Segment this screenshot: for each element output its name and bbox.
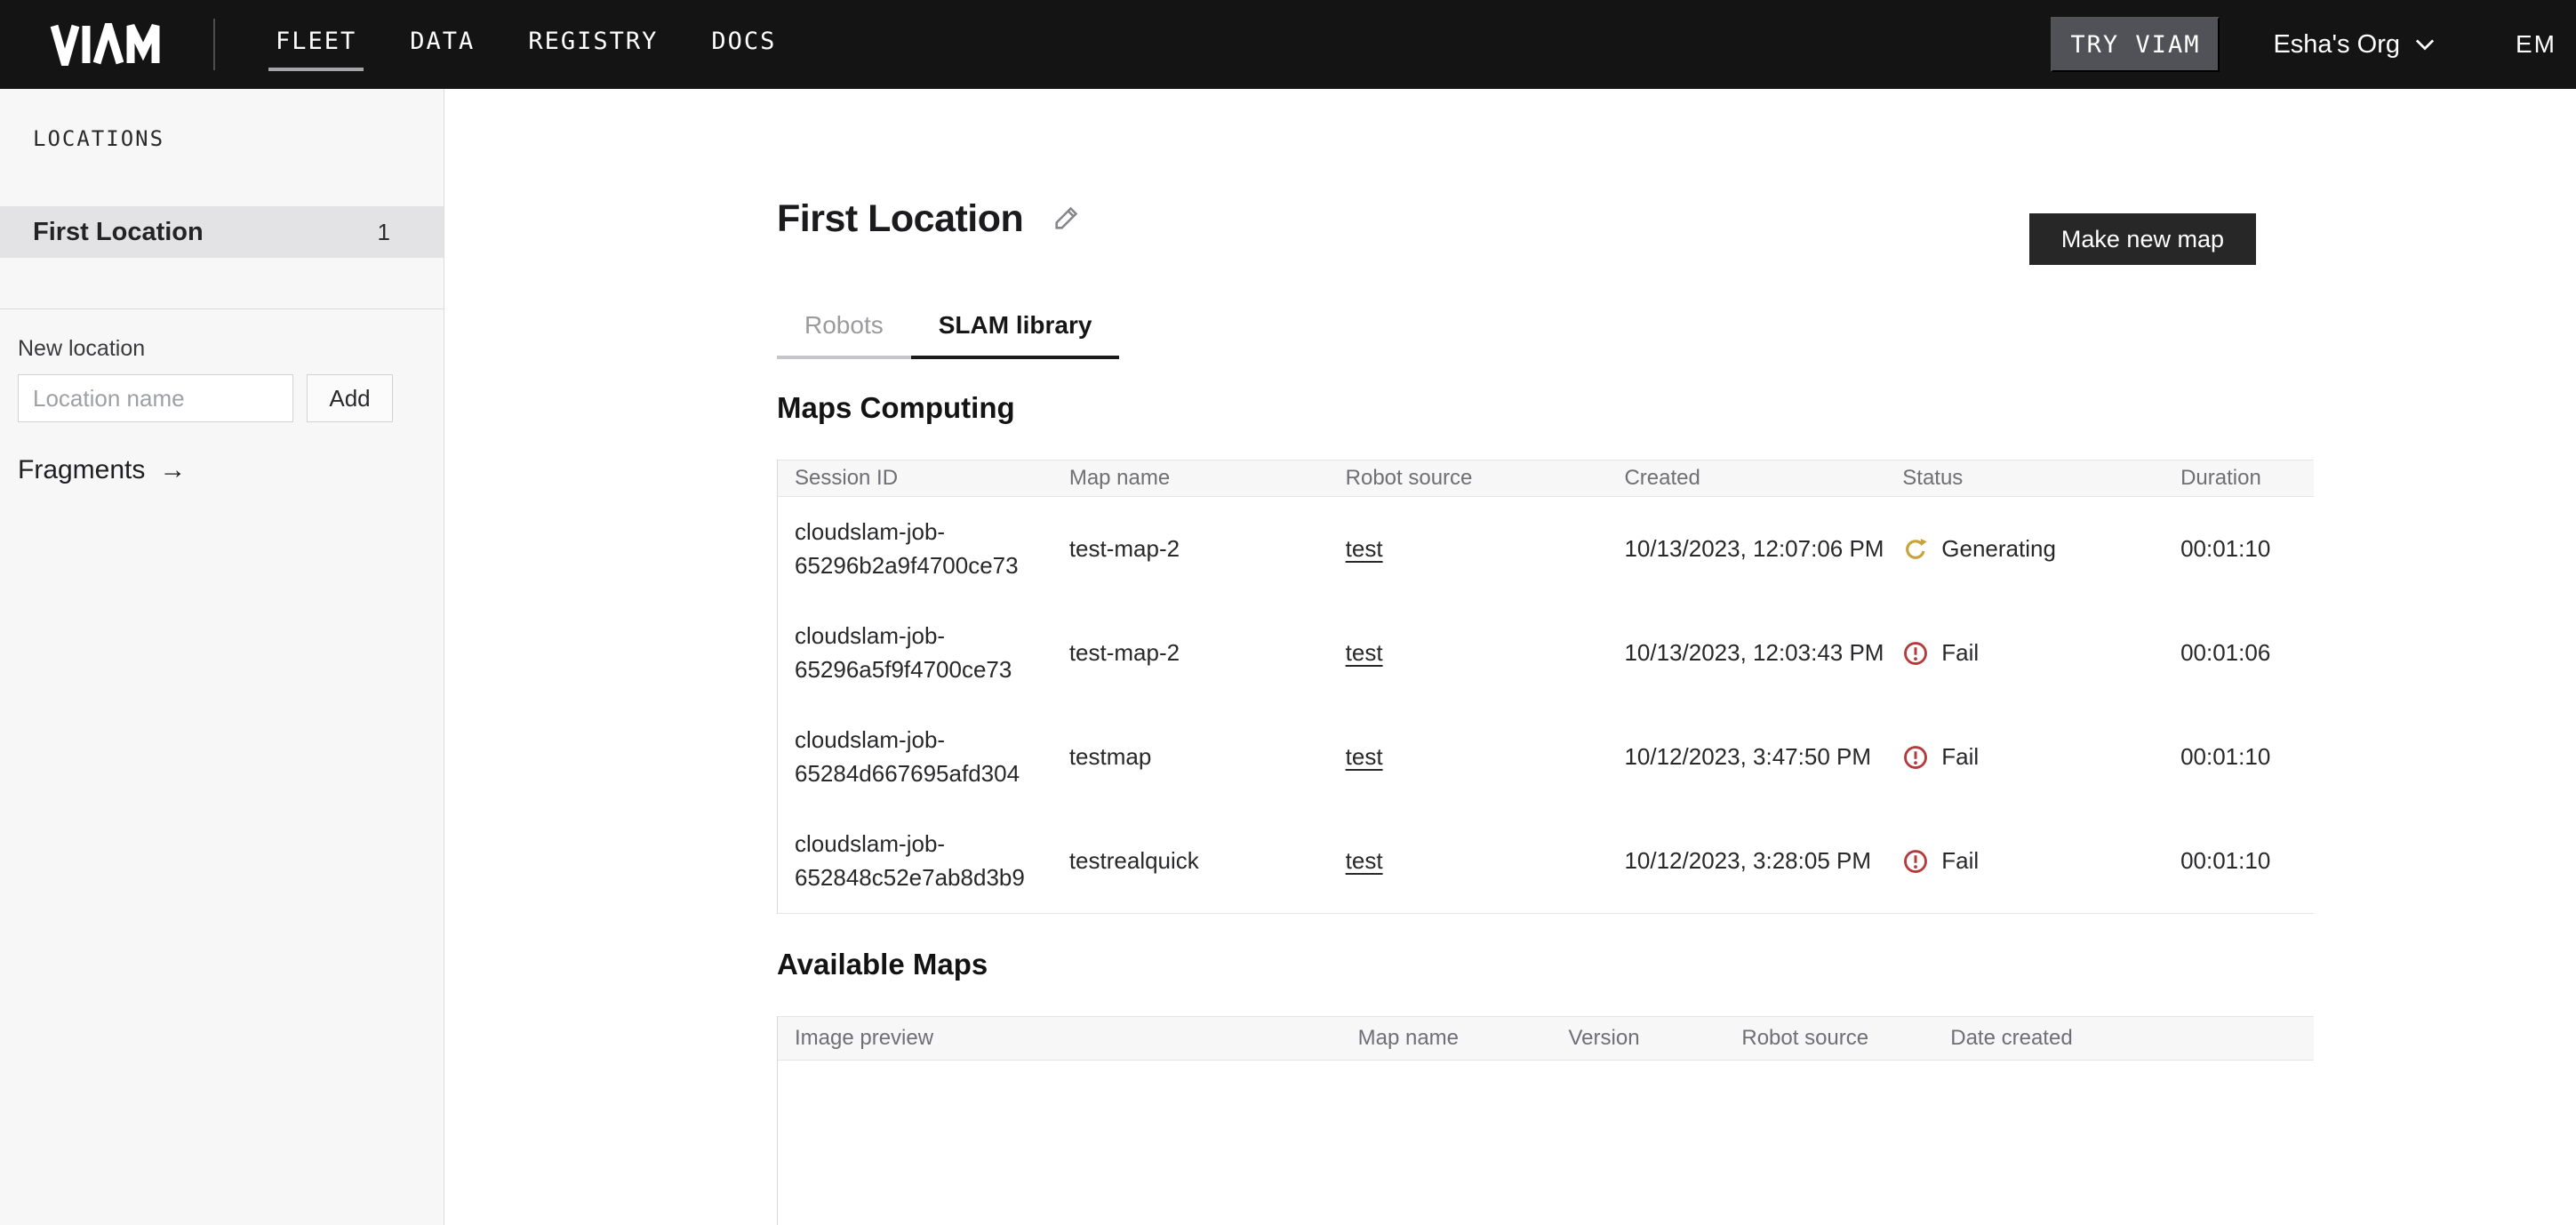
chevron-down-icon <box>2414 37 2436 52</box>
sidebar-divider <box>0 308 444 309</box>
available-maps-heading: Available Maps <box>777 948 988 981</box>
duration-cell: 00:01:10 <box>2164 743 2314 771</box>
robot-source-cell: test <box>1329 847 1608 875</box>
title-row: First Location <box>777 197 1082 241</box>
tab-slam-library[interactable]: SLAM library <box>911 300 1120 359</box>
duration-cell: 00:01:10 <box>2164 847 2314 875</box>
robot-source-link[interactable]: test <box>1346 847 1383 874</box>
generating-icon <box>1902 536 1929 563</box>
robot-source-cell: test <box>1329 639 1608 667</box>
col-created: Created <box>1607 466 1885 491</box>
fragments-label: Fragments <box>18 455 145 485</box>
nav-item-fleet[interactable]: FLEET <box>272 22 360 68</box>
maps-computing-heading: Maps Computing <box>777 391 1015 425</box>
available-maps-header-row: Image preview Map name Version Robot sou… <box>778 1016 2314 1061</box>
sidebar-heading: LOCATIONS <box>0 89 444 151</box>
status-label: Fail <box>1941 847 1979 875</box>
sidebar-item-first-location[interactable]: First Location 1 <box>0 206 444 258</box>
location-name-input[interactable] <box>18 374 293 422</box>
pencil-icon <box>1052 203 1082 233</box>
viam-logo-icon <box>36 23 180 66</box>
map-name-cell: testrealquick <box>1052 847 1329 875</box>
col-robot-source: Robot source <box>1724 1026 1933 1051</box>
new-location-label: New location <box>18 336 444 362</box>
col-duration: Duration <box>2164 466 2314 491</box>
status-label: Fail <box>1941 743 1979 771</box>
map-name-cell: test-map-2 <box>1052 639 1329 667</box>
fragments-link[interactable]: Fragments → <box>18 455 186 485</box>
org-name: Esha's Org <box>2273 30 2400 60</box>
col-status: Status <box>1885 466 2164 491</box>
status-label: Generating <box>1941 535 2056 563</box>
nav-divider <box>213 19 215 70</box>
col-session-id: Session ID <box>778 466 1052 491</box>
robot-source-cell: test <box>1329 743 1608 771</box>
fail-icon <box>1902 848 1929 875</box>
robot-source-link[interactable]: test <box>1346 535 1383 562</box>
table-row: cloudslam-job-652848c52e7ab8d3b9 testrea… <box>778 809 2314 913</box>
robot-source-cell: test <box>1329 535 1608 563</box>
locations-sidebar: LOCATIONS First Location 1 New location … <box>0 89 444 1225</box>
col-map-name: Map name <box>1341 1026 1552 1051</box>
robot-source-link[interactable]: test <box>1346 639 1383 666</box>
col-map-name: Map name <box>1052 466 1329 491</box>
duration-cell: 00:01:06 <box>2164 639 2314 667</box>
available-maps-body <box>778 1061 2314 1225</box>
status-cell: Fail <box>1885 743 2164 771</box>
nav-item-data[interactable]: DATA <box>406 22 478 68</box>
col-date-created: Date created <box>1933 1026 2314 1051</box>
top-nav: FLEET DATA REGISTRY DOCS TRY VIAM Esha's… <box>0 0 2576 89</box>
make-new-map-button[interactable]: Make new map <box>2029 213 2256 265</box>
created-cell: 10/12/2023, 3:47:50 PM <box>1607 741 1885 774</box>
session-id-cell: cloudslam-job-65296b2a9f4700ce73 <box>778 516 1052 582</box>
edit-location-name-button[interactable] <box>1052 203 1082 236</box>
table-row: cloudslam-job-65296b2a9f4700ce73 test-ma… <box>778 497 2314 601</box>
session-id-cell: cloudslam-job-65296a5f9f4700ce73 <box>778 620 1052 686</box>
available-maps-table: Image preview Map name Version Robot sou… <box>777 1016 2314 1225</box>
created-cell: 10/12/2023, 3:28:05 PM <box>1607 845 1885 878</box>
maps-computing-table: Session ID Map name Robot source Created… <box>777 460 2314 914</box>
tab-bar: Robots SLAM library <box>777 300 1119 359</box>
user-avatar[interactable]: EM <box>2516 30 2556 59</box>
new-location-form: Add <box>18 374 444 422</box>
add-location-button[interactable]: Add <box>307 374 393 422</box>
status-cell: Fail <box>1885 639 2164 667</box>
org-dropdown[interactable]: Esha's Org <box>2273 30 2436 60</box>
location-count-badge: 1 <box>378 219 390 246</box>
created-cell: 10/13/2023, 12:03:43 PM <box>1607 637 1885 670</box>
status-label: Fail <box>1941 639 1979 667</box>
main-content: First Location Make new map Robots SLAM … <box>777 89 2314 1225</box>
nav-items: FLEET DATA REGISTRY DOCS <box>272 22 780 68</box>
duration-cell: 00:01:10 <box>2164 535 2314 563</box>
fail-icon <box>1902 640 1929 667</box>
map-name-cell: test-map-2 <box>1052 535 1329 563</box>
session-id-cell: cloudslam-job-652848c52e7ab8d3b9 <box>778 828 1052 894</box>
tab-robots[interactable]: Robots <box>777 300 911 359</box>
page: FLEET DATA REGISTRY DOCS TRY VIAM Esha's… <box>0 0 2576 1225</box>
col-robot-source: Robot source <box>1329 466 1608 491</box>
page-title: First Location <box>777 197 1023 241</box>
col-version: Version <box>1551 1026 1724 1051</box>
session-id-cell: cloudslam-job-65284d667695afd304 <box>778 724 1052 790</box>
fail-icon <box>1902 744 1929 771</box>
map-name-cell: testmap <box>1052 743 1329 771</box>
status-cell: Fail <box>1885 847 2164 875</box>
table-row: cloudslam-job-65284d667695afd304 testmap… <box>778 705 2314 809</box>
maps-computing-header-row: Session ID Map name Robot source Created… <box>778 460 2314 497</box>
col-image-preview: Image preview <box>778 1026 1341 1051</box>
try-viam-button[interactable]: TRY VIAM <box>2051 17 2220 72</box>
table-row: cloudslam-job-65296a5f9f4700ce73 test-ma… <box>778 601 2314 705</box>
arrow-right-icon: → <box>159 455 186 485</box>
maps-computing-body: cloudslam-job-65296b2a9f4700ce73 test-ma… <box>778 497 2314 914</box>
nav-item-docs[interactable]: DOCS <box>708 22 780 68</box>
robot-source-link[interactable]: test <box>1346 743 1383 770</box>
location-name: First Location <box>33 218 378 247</box>
viam-logo[interactable] <box>36 23 180 66</box>
nav-item-registry[interactable]: REGISTRY <box>524 22 661 68</box>
created-cell: 10/13/2023, 12:07:06 PM <box>1607 532 1885 566</box>
status-cell: Generating <box>1885 535 2164 563</box>
